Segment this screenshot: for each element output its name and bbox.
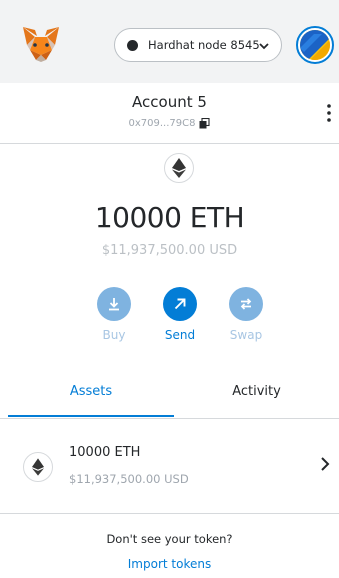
chevron-right-icon [321,457,330,471]
missing-token-prompt: Don't see your token? [106,532,233,546]
copy-icon [199,118,211,129]
network-status-dot [127,39,138,51]
arrow-up-right-icon [163,287,197,321]
send-button[interactable]: Send [154,287,206,342]
swap-button[interactable]: Swap [220,287,272,342]
import-tokens-link[interactable]: Import tokens [0,557,339,571]
wallet-tabs: Assets Activity [0,370,339,419]
buy-label: Buy [102,328,126,342]
metamask-fox-logo[interactable] [21,25,61,63]
tab-assets[interactable]: Assets [8,384,174,399]
buy-button[interactable]: Buy [88,287,140,342]
asset-usd-value: $11,937,500.00 USD [69,472,189,486]
asset-amount: 10000 ETH [69,445,141,460]
network-selector[interactable]: Hardhat node 8545 [114,28,282,62]
buy-icon [97,287,131,321]
tab-activity[interactable]: Activity [174,384,339,399]
account-address-copy[interactable]: 0x709...79C8 [0,118,339,129]
asset-list-item[interactable]: 10000 ETH $11,937,500.00 USD [0,418,339,514]
active-tab-indicator [8,415,174,417]
chevron-down-icon [259,43,269,50]
account-name[interactable]: Account 5 [0,93,339,111]
app-header: Hardhat node 8545 [0,0,339,83]
account-avatar[interactable] [296,26,334,64]
account-bar: Account 5 0x709...79C8 [0,83,339,144]
send-label: Send [164,328,196,342]
swap-icon [229,287,263,321]
swap-label: Swap [229,328,263,342]
secondary-balance: $11,937,500.00 USD [101,243,238,258]
eth-asset-icon [23,452,53,482]
account-address: 0x709...79C8 [128,118,196,129]
network-label: Hardhat node 8545 [148,38,260,52]
eth-logo-icon [164,153,194,183]
primary-balance: 10000 ETH [94,201,245,234]
account-options-icon[interactable] [325,103,333,123]
